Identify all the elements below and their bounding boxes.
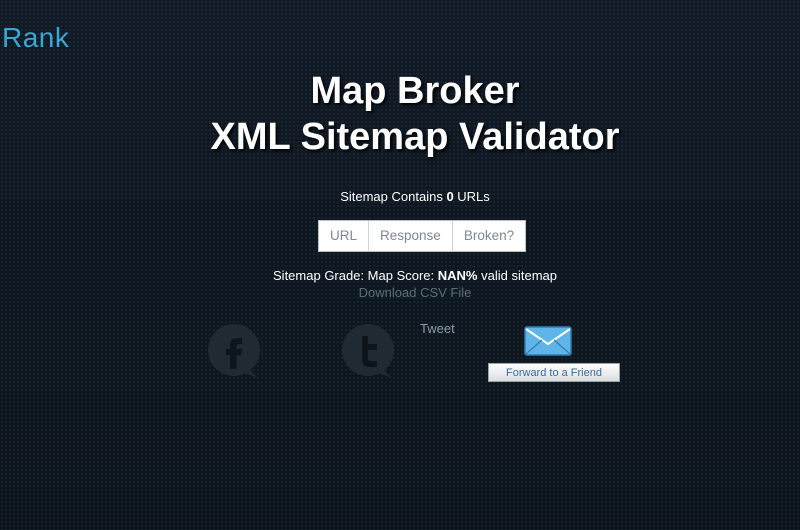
grade-value: NAN%: [437, 268, 478, 283]
envelope-icon[interactable]: [524, 326, 572, 361]
grade-suffix: valid sitemap: [477, 268, 557, 283]
twitter-icon[interactable]: [340, 322, 400, 382]
sitemap-grade-text: Sitemap Grade: Map Score: NAN% valid sit…: [0, 268, 800, 283]
column-header-response[interactable]: Response: [369, 221, 453, 251]
column-header-url[interactable]: URL: [319, 221, 370, 251]
url-count-text: Sitemap Contains 0 URLs: [0, 189, 800, 204]
url-count-value: 0: [446, 189, 454, 204]
facebook-icon[interactable]: [206, 322, 266, 382]
page-title-line1: Map Broker: [310, 70, 520, 112]
download-csv-link[interactable]: Download CSV File: [0, 285, 800, 300]
grade-prefix: Sitemap Grade: Map Score:: [273, 268, 438, 283]
column-header-broken[interactable]: Broken?: [453, 221, 525, 251]
page-title-line2: XML Sitemap Validator: [210, 116, 620, 158]
tweet-link[interactable]: Tweet: [420, 321, 455, 336]
results-table-header: URL Response Broken?: [318, 220, 527, 252]
forward-to-friend-button[interactable]: Forward to a Friend: [488, 363, 620, 382]
url-count-prefix: Sitemap Contains: [340, 189, 447, 204]
site-logo[interactable]: Rank: [2, 22, 69, 54]
url-count-suffix: URLs: [453, 189, 490, 204]
